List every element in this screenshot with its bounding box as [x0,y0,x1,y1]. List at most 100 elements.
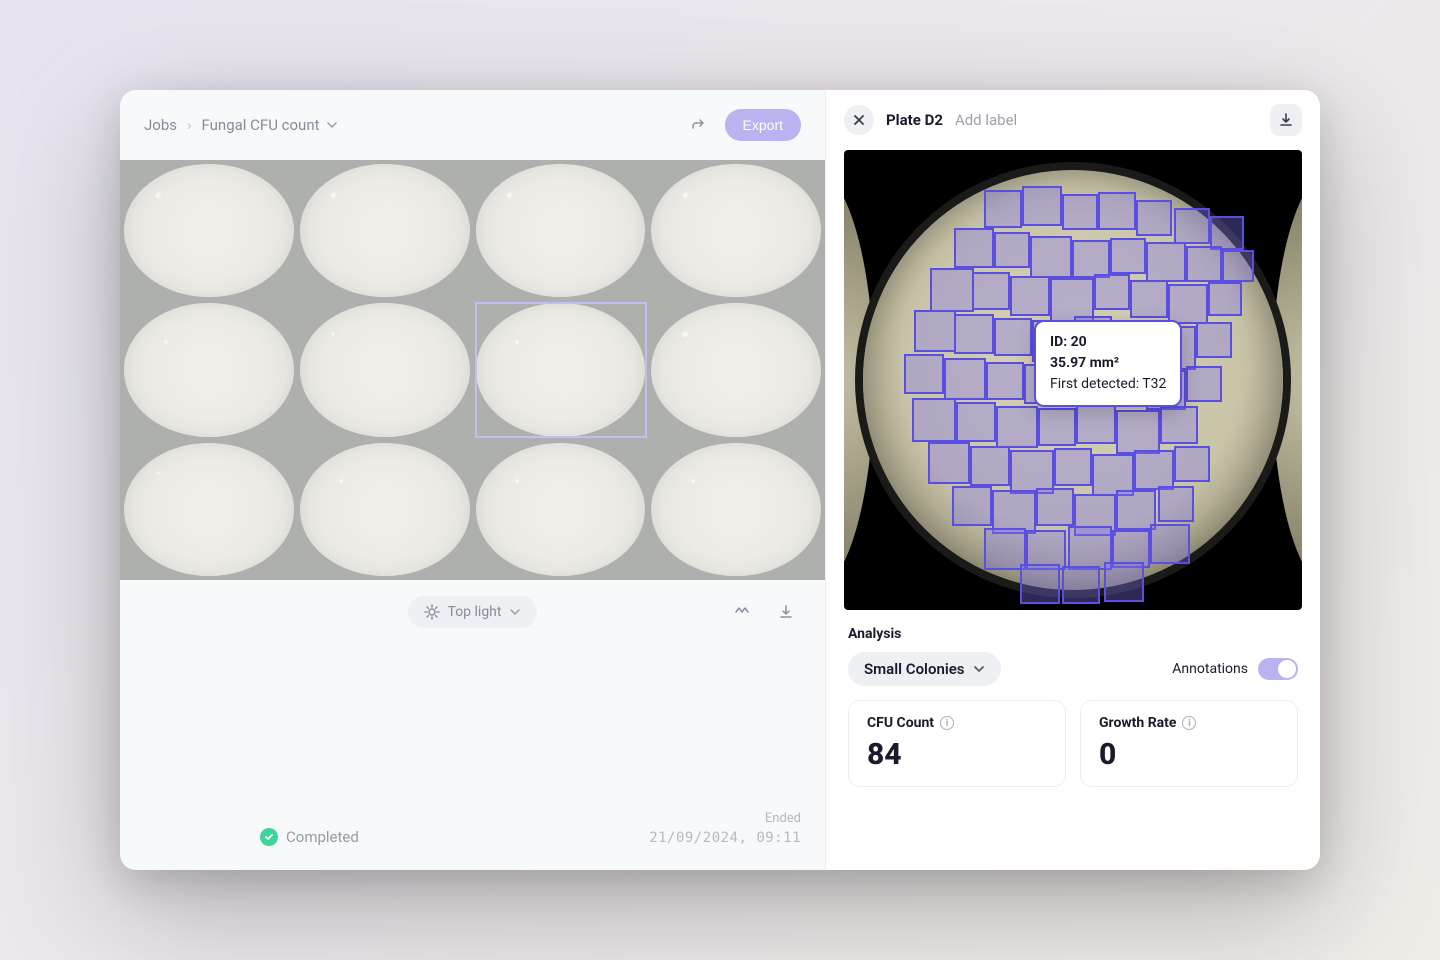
chevron-down-icon [509,606,521,618]
colony-bbox[interactable] [1186,366,1222,402]
levels-button[interactable] [725,595,759,629]
colony-bbox[interactable] [1160,406,1198,444]
colony-bbox[interactable] [1062,194,1098,230]
colony-bbox[interactable] [1168,284,1208,324]
detail-pane: Plate D2 Add label ID: 20 35.97 mm² Firs… [825,90,1320,870]
colony-bbox[interactable] [1098,192,1136,230]
metric-card-cfu: CFU Count i 84 [848,700,1066,787]
share-button[interactable] [681,108,715,142]
colony-bbox[interactable] [1072,240,1110,278]
info-icon[interactable]: i [1182,716,1196,730]
colony-bbox[interactable] [1174,446,1210,482]
plate-thumbnail[interactable] [124,164,294,297]
colony-bbox[interactable] [1210,216,1244,250]
colony-bbox[interactable] [956,402,996,442]
colony-bbox[interactable] [954,314,994,354]
sun-icon [424,604,440,620]
close-detail-button[interactable] [844,105,874,135]
metric-cards: CFU Count i 84 Growth Rate i 0 [826,700,1320,787]
colony-bbox[interactable] [1130,280,1168,318]
colony-bbox[interactable] [1134,450,1174,490]
grid-side-actions [725,595,803,629]
colony-bbox[interactable] [1076,404,1116,444]
colony-filter-dropdown[interactable]: Small Colonies [848,652,1001,686]
colony-bbox[interactable] [1104,562,1144,602]
colony-bbox[interactable] [1094,274,1130,310]
colony-bbox[interactable] [1010,276,1050,316]
download-detail-button[interactable] [1270,104,1302,136]
metric-cfu-value: 84 [867,737,1047,772]
close-icon [853,114,865,126]
colony-bbox[interactable] [912,398,956,442]
colony-bbox[interactable] [1136,200,1172,236]
plate-thumbnail[interactable] [124,443,294,576]
colony-bbox[interactable] [1030,236,1072,278]
breadcrumb-root[interactable]: Jobs [144,116,177,134]
metric-cfu-title: CFU Count [867,715,934,731]
colony-bbox[interactable] [1062,566,1100,604]
tooltip-size: 35.97 mm² [1050,353,1166,374]
metric-growth-title: Growth Rate [1099,715,1176,731]
sliders-icon [734,604,750,620]
colony-bbox[interactable] [1110,238,1146,274]
colony-bbox[interactable] [984,190,1022,228]
plate-thumbnail[interactable] [651,164,821,297]
plate-thumbnail[interactable] [476,164,646,297]
colony-bbox[interactable] [994,232,1030,268]
detail-header: Plate D2 Add label [826,90,1320,150]
colony-bbox[interactable] [1208,282,1242,316]
colony-bbox[interactable] [1022,186,1062,226]
detail-image[interactable]: ID: 20 35.97 mm² First detected: T32 [844,150,1302,610]
colony-bbox[interactable] [1186,246,1222,282]
colony-bbox[interactable] [1036,488,1074,526]
colony-bbox[interactable] [930,268,974,312]
check-circle-icon [260,828,278,846]
lighting-mode-dropdown[interactable]: Top light [408,596,538,628]
analysis-section: Analysis Small Colonies Annotations [826,610,1320,700]
colony-bbox[interactable] [1174,208,1210,244]
colony-bbox[interactable] [1150,524,1190,564]
plate-thumbnail[interactable] [300,303,470,436]
colony-bbox[interactable] [1054,448,1092,486]
colony-bbox[interactable] [996,406,1038,448]
plate-thumbnail[interactable] [300,164,470,297]
left-header: Jobs › Fungal CFU count Export [120,90,825,160]
colony-bbox[interactable] [1196,322,1232,358]
colony-bbox[interactable] [1116,410,1160,454]
colony-tooltip: ID: 20 35.97 mm² First detected: T32 [1034,320,1182,407]
plate-thumbnail[interactable] [124,303,294,436]
ended-timestamp: 21/09/2024, 09:11 [649,830,801,846]
colony-bbox[interactable] [904,354,944,394]
colony-bbox[interactable] [1158,486,1194,522]
colony-bbox[interactable] [954,228,994,268]
plate-thumbnail[interactable] [651,443,821,576]
colony-bbox[interactable] [972,272,1010,310]
colony-bbox[interactable] [952,486,992,526]
colony-bbox[interactable] [1020,564,1060,604]
plate-thumbnail[interactable] [476,303,646,436]
colony-bbox[interactable] [970,446,1010,486]
colony-bbox[interactable] [928,442,970,484]
breadcrumb-current[interactable]: Fungal CFU count [202,116,338,134]
plate-thumbnail[interactable] [651,303,821,436]
colony-bbox[interactable] [1038,408,1076,446]
colony-bbox[interactable] [1222,250,1254,282]
annotations-toggle[interactable] [1258,658,1298,680]
status-chip: Completed [260,828,359,846]
colony-bbox[interactable] [914,310,956,352]
export-button[interactable]: Export [725,109,801,141]
add-label-button[interactable]: Add label [955,111,1017,129]
breadcrumb: Jobs › Fungal CFU count [144,116,338,134]
plate-thumbnail[interactable] [300,443,470,576]
colony-filter-label: Small Colonies [864,660,965,678]
download-grid-button[interactable] [769,595,803,629]
left-footer: Completed Ended 21/09/2024, 09:11 [120,781,825,870]
colony-bbox[interactable] [944,358,986,400]
colony-bbox[interactable] [994,318,1032,356]
colony-bbox[interactable] [986,362,1024,400]
plate-thumbnail[interactable] [476,443,646,576]
status-label: Completed [286,828,359,846]
ended-block: Ended 21/09/2024, 09:11 [649,811,801,846]
colony-bbox[interactable] [1146,242,1186,282]
info-icon[interactable]: i [940,716,954,730]
